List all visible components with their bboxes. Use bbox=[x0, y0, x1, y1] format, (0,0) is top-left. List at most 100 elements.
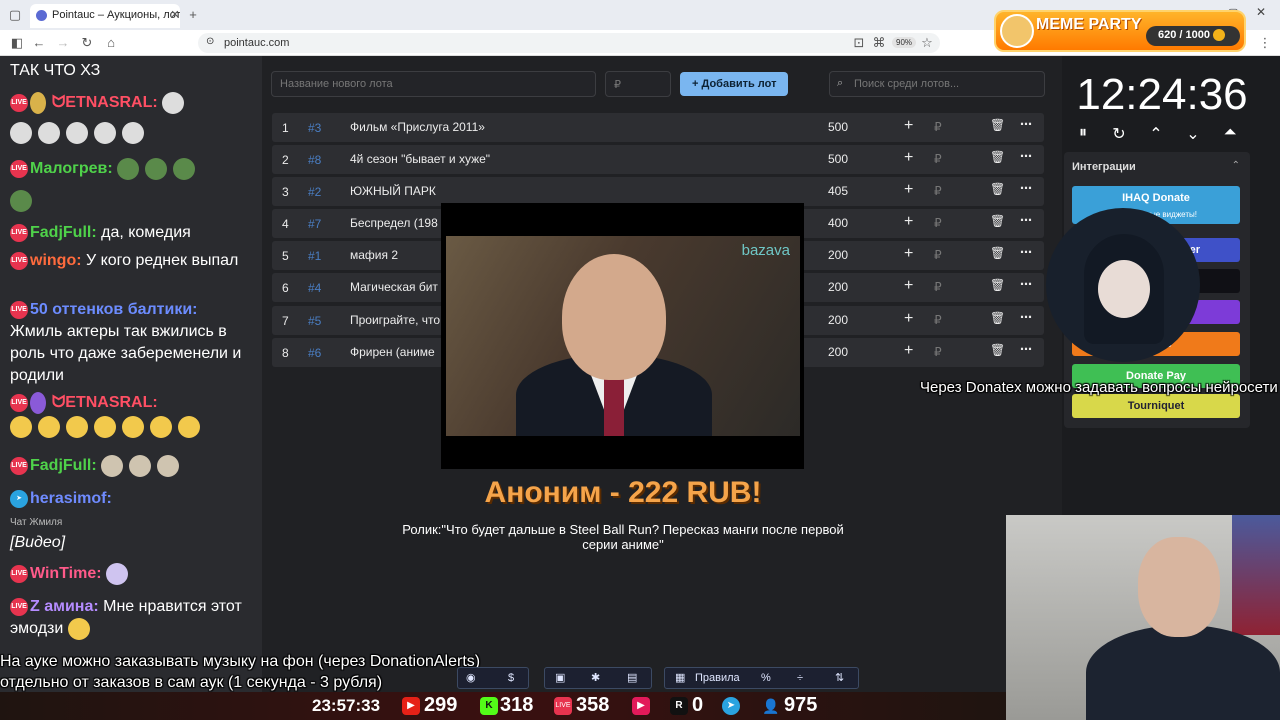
lot-index: 8 bbox=[282, 346, 289, 360]
timer-up-button[interactable]: ⌃ bbox=[1145, 124, 1167, 146]
reset-timer-button[interactable]: ↻ bbox=[1108, 124, 1130, 146]
github-icon[interactable]: ◉ bbox=[466, 668, 476, 688]
donation-title: Аноним - 222 RUB! bbox=[484, 476, 762, 509]
more-options-icon[interactable]: ⋯ bbox=[1020, 117, 1032, 131]
emote-icon bbox=[66, 122, 88, 144]
install-app-icon[interactable]: ⊡ bbox=[850, 34, 868, 52]
lot-amount: 405 bbox=[828, 184, 849, 198]
rules-button[interactable]: Правила bbox=[695, 668, 740, 688]
delete-lot-icon[interactable]: 🗑 bbox=[990, 182, 1005, 196]
chat-username[interactable]: FadjFull: bbox=[30, 457, 97, 474]
tab-list-icon[interactable]: ▢ bbox=[6, 6, 24, 24]
add-amount-icon[interactable]: + bbox=[904, 117, 913, 135]
zoom-level[interactable]: 90% bbox=[892, 37, 917, 48]
ruble-icon[interactable]: ₽ bbox=[934, 345, 942, 359]
delete-lot-icon[interactable]: 🗑 bbox=[990, 150, 1005, 164]
site-info-icon[interactable]: ⊙ bbox=[206, 36, 214, 47]
ruble-icon[interactable]: ₽ bbox=[934, 313, 942, 327]
chat-username[interactable]: 50 оттенков балтики: bbox=[30, 301, 198, 318]
delete-lot-icon[interactable]: 🗑 bbox=[990, 214, 1005, 228]
delete-lot-icon[interactable]: 🗑 bbox=[990, 311, 1005, 325]
chat-username[interactable]: FadjFull: bbox=[30, 224, 97, 241]
chat-emote-row bbox=[10, 416, 260, 438]
split-icon[interactable]: ÷ bbox=[797, 668, 803, 688]
more-options-icon[interactable]: ⋯ bbox=[1020, 181, 1032, 195]
lot-row[interactable]: 2 #8 4й сезон "бывает и хуже" 500 + ₽ 🗑 ⋯ bbox=[272, 145, 1044, 174]
chat-message: LIVE Малогрев: bbox=[10, 158, 260, 180]
lot-id: #7 bbox=[308, 217, 322, 231]
delete-lot-icon[interactable]: 🗑 bbox=[990, 118, 1005, 132]
lot-name[interactable]: Фильм «Прислуга 2011» bbox=[350, 120, 750, 134]
chat-username[interactable]: herasimof: bbox=[30, 490, 112, 507]
lot-amount-input[interactable]: ₽ bbox=[605, 71, 671, 97]
save-icon[interactable]: ▣ bbox=[555, 668, 565, 688]
add-amount-icon[interactable]: + bbox=[904, 342, 913, 360]
add-amount-icon[interactable]: + bbox=[904, 181, 913, 199]
chat-username[interactable]: ᗢETNASRAL: bbox=[52, 94, 158, 111]
pause-button[interactable]: ⏸ bbox=[1072, 124, 1094, 146]
bug-icon[interactable]: ✱ bbox=[591, 668, 600, 688]
chat-username[interactable]: wingo: bbox=[30, 252, 82, 269]
donate-dollar-button[interactable]: $ bbox=[508, 668, 514, 688]
ruble-icon[interactable]: ₽ bbox=[934, 248, 942, 262]
integration-tourniquet[interactable]: Tourniquet bbox=[1072, 394, 1240, 418]
ruble-icon[interactable]: ₽ bbox=[934, 216, 942, 230]
percent-button[interactable]: % bbox=[761, 668, 771, 688]
timer-collapse-button[interactable]: ⏶ bbox=[1219, 124, 1241, 146]
url-input[interactable]: ⊙ pointauc.com bbox=[198, 33, 940, 53]
ruble-icon[interactable]: ₽ bbox=[934, 280, 942, 294]
more-options-icon[interactable]: ⋯ bbox=[1020, 213, 1032, 227]
delete-lot-icon[interactable]: 🗑 bbox=[990, 246, 1005, 260]
lot-id: #1 bbox=[308, 249, 322, 263]
new-tab-button[interactable]: + bbox=[184, 6, 202, 24]
lot-name[interactable]: ЮЖНЫЙ ПАРК bbox=[350, 184, 750, 198]
stream-clock: 23:57:33 bbox=[312, 696, 381, 715]
chat-username[interactable]: Z амина: bbox=[30, 598, 99, 615]
clear-icon[interactable]: ▤ bbox=[627, 668, 637, 688]
ruble-icon[interactable]: ₽ bbox=[934, 120, 942, 134]
chat-username[interactable]: WinTime: bbox=[30, 565, 102, 582]
integrations-collapse-icon[interactable]: ⌃ bbox=[1232, 160, 1240, 171]
lot-row[interactable]: 3 #2 ЮЖНЫЙ ПАРК 405 + ₽ 🗑 ⋯ bbox=[272, 177, 1044, 206]
bookmark-star-icon[interactable]: ☆ bbox=[918, 34, 936, 52]
add-amount-icon[interactable]: + bbox=[904, 310, 913, 328]
add-amount-icon[interactable]: + bbox=[904, 245, 913, 263]
add-lot-button[interactable]: + Добавить лот bbox=[680, 72, 788, 96]
delete-lot-icon[interactable]: 🗑 bbox=[990, 278, 1005, 292]
delete-lot-icon[interactable]: 🗑 bbox=[990, 343, 1005, 357]
more-options-icon[interactable]: ⋯ bbox=[1020, 310, 1032, 324]
sort-icon[interactable]: ⇅ bbox=[835, 668, 844, 688]
add-amount-icon[interactable]: + bbox=[904, 277, 913, 295]
translate-icon[interactable]: ⌘ bbox=[870, 34, 888, 52]
chat-message: LIVE Z амина: Мне нравится этот эмодзи bbox=[10, 596, 260, 640]
forward-icon[interactable]: → bbox=[54, 34, 72, 52]
timer-down-button[interactable]: ⌄ bbox=[1182, 124, 1204, 146]
add-amount-icon[interactable]: + bbox=[904, 213, 913, 231]
ruble-icon[interactable]: ₽ bbox=[934, 184, 942, 198]
ruble-icon[interactable]: ₽ bbox=[934, 152, 942, 166]
lot-search-input[interactable]: ⌕ Поиск среди лотов... bbox=[829, 71, 1045, 97]
music-overlay-text-1: На ауке можно заказывать музыку на фон (… bbox=[0, 653, 481, 670]
sidebar-icon[interactable]: ◧ bbox=[8, 34, 26, 52]
back-icon[interactable]: ← bbox=[30, 34, 48, 52]
home-icon[interactable]: ⌂ bbox=[102, 34, 120, 52]
more-options-icon[interactable]: ⋯ bbox=[1020, 149, 1032, 163]
kick-viewers: 318 bbox=[500, 694, 534, 716]
lot-row[interactable]: 1 #3 Фильм «Прислуга 2011» 500 + ₽ 🗑 ⋯ bbox=[272, 113, 1044, 142]
stream-chat: ТАК ЧТО ХЗ LIVE ᗢETNASRAL: LIVE Малогрев: … bbox=[0, 56, 262, 696]
lot-name[interactable]: 4й сезон "бывает и хуже" bbox=[350, 152, 750, 166]
new-lot-input[interactable]: Название нового лота bbox=[271, 71, 596, 97]
add-amount-icon[interactable]: + bbox=[904, 149, 913, 167]
more-options-icon[interactable]: ⋯ bbox=[1020, 277, 1032, 291]
tab-pointauc[interactable]: Pointauc – Аукционы, лотере… bbox=[30, 4, 180, 28]
chat-username[interactable]: ᗢETNASRAL: bbox=[52, 394, 158, 411]
menu-icon[interactable]: ⋮ bbox=[1256, 34, 1274, 52]
close-window-icon[interactable]: ✕ bbox=[1256, 5, 1266, 19]
lot-id: #4 bbox=[308, 281, 322, 295]
donation-video[interactable]: bazava bbox=[446, 236, 800, 436]
chat-username[interactable]: Малогрев: bbox=[30, 160, 113, 177]
more-options-icon[interactable]: ⋯ bbox=[1020, 245, 1032, 259]
reload-icon[interactable]: ↻ bbox=[78, 34, 96, 52]
more-options-icon[interactable]: ⋯ bbox=[1020, 342, 1032, 356]
close-tab-icon[interactable]: ✕ bbox=[166, 6, 184, 24]
